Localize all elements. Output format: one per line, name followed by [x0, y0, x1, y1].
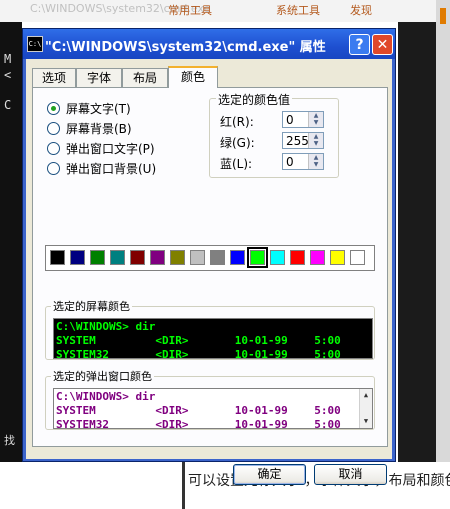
dialog-client: 选项 字体 布局 颜色 屏幕文字(T) 屏幕背景(B) 弹出窗口文字(P) 弹出…: [26, 59, 392, 485]
spin-down-icon[interactable]: ▼: [309, 140, 323, 147]
color-swatch[interactable]: [230, 250, 245, 265]
color-swatch[interactable]: [310, 250, 325, 265]
color-swatch[interactable]: [270, 250, 285, 265]
tab-options[interactable]: 选项: [32, 68, 76, 87]
color-swatch[interactable]: [50, 250, 65, 265]
color-swatch[interactable]: [150, 250, 165, 265]
spin-down-icon[interactable]: ▼: [309, 119, 323, 126]
screen-preview: 选定的屏幕颜色 C:\WINDOWS> dir SYSTEM <DIR> 10-…: [45, 298, 375, 360]
scroll-down-icon[interactable]: ▼: [360, 415, 372, 428]
blue-label: 蓝(L):: [220, 157, 253, 171]
green-label: 绿(G):: [220, 136, 255, 150]
color-swatch[interactable]: [247, 247, 268, 268]
blue-value[interactable]: 0: [286, 155, 294, 169]
color-palette: [45, 245, 375, 271]
close-button[interactable]: ✕: [372, 34, 393, 55]
spin-up-icon[interactable]: ▲: [309, 112, 323, 119]
color-swatch[interactable]: [190, 250, 205, 265]
cmd-icon: C:\: [27, 36, 43, 52]
help-button[interactable]: ?: [349, 34, 370, 55]
radio-popup-text[interactable]: 弹出窗口文字(P): [47, 140, 155, 156]
red-value[interactable]: 0: [286, 113, 294, 127]
background-scrollbar: [436, 0, 450, 509]
spin-up-icon[interactable]: ▲: [309, 154, 323, 161]
spin-down-icon[interactable]: ▼: [309, 161, 323, 168]
radio-button[interactable]: [47, 142, 60, 155]
radio-button[interactable]: [47, 102, 60, 115]
preview-line: C:\WINDOWS> dir: [56, 390, 156, 403]
background-console: M < C 找: [0, 22, 22, 462]
color-values-title: 选定的颜色值: [216, 91, 293, 108]
color-swatch[interactable]: [210, 250, 225, 265]
tab-colors[interactable]: 颜色: [168, 66, 218, 88]
cancel-button[interactable]: 取消: [314, 464, 387, 485]
blue-spinner[interactable]: 0 ▲ ▼: [282, 153, 324, 170]
bg-fragment: 常用工具: [168, 4, 212, 17]
color-swatch[interactable]: [70, 250, 85, 265]
popup-preview: 选定的弹出窗口颜色 C:\WINDOWS> dir SYSTEM <DIR> 1…: [45, 368, 375, 430]
scroll-up-icon[interactable]: ▲: [360, 389, 372, 402]
properties-dialog: C:\ "C:\WINDOWS\system32\cmd.exe" 属性 ? ✕…: [22, 28, 396, 485]
console-char: <: [4, 68, 12, 82]
radio-label: 弹出窗口背景(U): [66, 162, 157, 176]
screen-preview-title: 选定的屏幕颜色: [51, 298, 132, 314]
background-divider: [182, 462, 185, 509]
preview-scrollbar[interactable]: ▲ ▼: [359, 389, 372, 428]
color-swatch[interactable]: [170, 250, 185, 265]
dialog-title: "C:\WINDOWS\system32\cmd.exe" 属性: [45, 40, 326, 55]
radio-label: 弹出窗口文字(P): [66, 142, 155, 156]
tab-layout[interactable]: 布局: [122, 68, 168, 87]
radio-screen-background[interactable]: 屏幕背景(B): [47, 120, 132, 136]
radio-label: 屏幕背景(B): [66, 122, 132, 136]
bg-fragment: 系统工具: [276, 4, 320, 17]
title-bar[interactable]: C:\ "C:\WINDOWS\system32\cmd.exe" 属性 ? ✕: [23, 29, 395, 59]
color-swatch[interactable]: [330, 250, 345, 265]
tab-font[interactable]: 字体: [76, 68, 122, 87]
colors-panel: 屏幕文字(T) 屏幕背景(B) 弹出窗口文字(P) 弹出窗口背景(U) 选定的颜…: [32, 87, 388, 447]
radio-button[interactable]: [47, 122, 60, 135]
preview-line: SYSTEM <DIR> 10-01-99 5:00: [56, 404, 341, 417]
bg-fragment: 发现: [350, 4, 372, 17]
color-swatch[interactable]: [350, 250, 365, 265]
preview-line: C:\WINDOWS> dir: [56, 320, 156, 333]
background-top-strip: C:\WINDOWS\system32\cmd.exe 常用工具 系统工具 发现: [0, 0, 450, 22]
popup-preview-box: C:\WINDOWS> dir SYSTEM <DIR> 10-01-99 5:…: [53, 388, 373, 429]
color-values-group: 选定的颜色值 红(R): 0 ▲ ▼ 绿(G): 255 ▲ ▼ 蓝(L): 0…: [209, 91, 339, 178]
red-label: 红(R):: [220, 115, 254, 129]
radio-label: 屏幕文字(T): [66, 102, 131, 116]
popup-preview-title: 选定的弹出窗口颜色: [51, 368, 154, 384]
preview-line: SYSTEM32 <DIR> 10-01-99 5:00: [56, 348, 341, 359]
spin-up-icon[interactable]: ▲: [309, 133, 323, 140]
console-char: 找: [4, 434, 15, 447]
green-spinner[interactable]: 255 ▲ ▼: [282, 132, 324, 149]
green-value[interactable]: 255: [286, 134, 309, 148]
color-swatch[interactable]: [90, 250, 105, 265]
screen-preview-box: C:\WINDOWS> dir SYSTEM <DIR> 10-01-99 5:…: [53, 318, 373, 359]
console-char: C: [4, 98, 12, 112]
red-spinner[interactable]: 0 ▲ ▼: [282, 111, 324, 128]
radio-button[interactable]: [47, 162, 60, 175]
color-swatch[interactable]: [130, 250, 145, 265]
radio-screen-text[interactable]: 屏幕文字(T): [47, 100, 131, 116]
preview-line: SYSTEM <DIR> 10-01-99 5:00: [56, 334, 341, 347]
color-swatch[interactable]: [290, 250, 305, 265]
console-char: M: [4, 52, 12, 66]
preview-line: SYSTEM32 <DIR> 10-01-99 5:00: [56, 418, 341, 429]
ok-button[interactable]: 确定: [233, 464, 306, 485]
radio-popup-background[interactable]: 弹出窗口背景(U): [47, 160, 156, 176]
color-swatch[interactable]: [110, 250, 125, 265]
